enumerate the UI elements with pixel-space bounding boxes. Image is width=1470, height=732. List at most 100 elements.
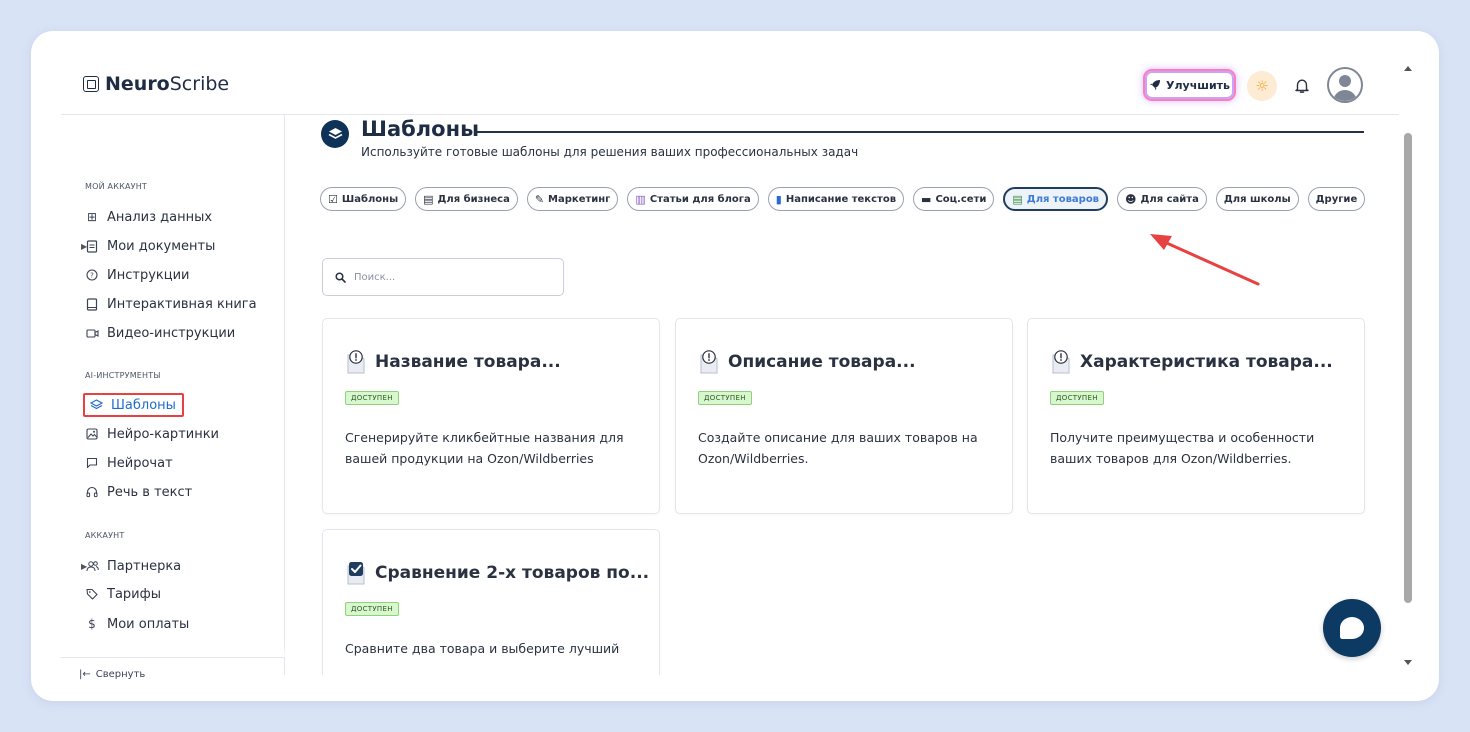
users-icon: [85, 560, 99, 572]
page-title: Шаблоны: [361, 117, 480, 141]
tab-blog-articles[interactable]: ▥ Статьи для блога: [627, 187, 759, 211]
tab-text-writing[interactable]: ▮ Написание текстов: [767, 187, 905, 211]
sidebar-item-video-instructions[interactable]: Видео-инструкции: [85, 322, 235, 344]
card-title: Описание товара...: [728, 352, 916, 372]
headphones-icon: [85, 486, 99, 498]
books-icon: ▥: [635, 192, 646, 206]
scroll-thumb[interactable]: [1404, 133, 1412, 603]
logo-bold: Neuro: [105, 73, 170, 95]
annotation-arrow-icon: [1150, 234, 1260, 286]
tab-label: Для школы: [1223, 193, 1291, 205]
tab-label: Статьи для блога: [649, 193, 751, 205]
tab-school[interactable]: Для школы: [1215, 187, 1299, 211]
template-card-product-description[interactable]: Описание товара... ДОСТУПЕН Создайте опи…: [675, 318, 1013, 514]
top-bar: NeuroScribe Улучшить ☼: [31, 31, 1399, 115]
sidebar-item-label: Мои документы: [107, 238, 216, 254]
sidebar-section-account: АККАУНТ: [85, 531, 125, 540]
card-title: Сравнение 2-х товаров по...: [375, 563, 650, 583]
svg-text:?: ?: [90, 272, 94, 280]
avatar[interactable]: [1327, 67, 1363, 103]
template-card-product-characteristics[interactable]: Характеристика товара... ДОСТУПЕН Получи…: [1027, 318, 1365, 514]
logo-icon: [83, 76, 99, 92]
sidebar-item-label: Анализ данных: [107, 209, 213, 225]
grid-icon: ⊞: [86, 210, 98, 224]
sidebar-item-tariffs[interactable]: Тарифы: [85, 583, 161, 605]
tab-other[interactable]: Другие: [1307, 187, 1366, 211]
sidebar-item-interactive-book[interactable]: Интерактивная книга: [85, 293, 257, 315]
sidebar-item-label: Видео-инструкции: [107, 325, 236, 341]
checkbox-icon: ☑: [328, 192, 338, 206]
search-input[interactable]: [354, 271, 544, 283]
status-badge: ДОСТУПЕН: [1050, 391, 1104, 405]
rocket-icon: [1150, 80, 1160, 90]
tab-website[interactable]: ☻ Для сайта: [1117, 187, 1207, 211]
tab-business[interactable]: ▤ Для бизнеса: [415, 187, 518, 211]
sidebar-item-data-analysis[interactable]: ⊞ Анализ данных: [85, 206, 212, 228]
status-badge: ДОСТУПЕН: [698, 391, 752, 405]
sidebar-item-my-payments[interactable]: $ Мои оплаты: [85, 613, 189, 635]
dollar-icon: $: [88, 617, 96, 631]
card-description: Сгенерируйте кликбейтные названия для ва…: [345, 430, 624, 466]
main-content: Шаблоны Используйте готовые шаблоны для …: [286, 115, 1398, 675]
app-window: NeuroScribe Улучшить ☼ МОЙ АККАУНТ ⊞ Ана…: [31, 31, 1439, 701]
tab-templates[interactable]: ☑ Шаблоны: [320, 187, 407, 211]
tab-label: Для бизнеса: [437, 193, 510, 205]
scroll-down-icon[interactable]: [1404, 660, 1412, 665]
collapse-sidebar-button[interactable]: |← Свернуть: [79, 669, 145, 680]
sidebar-item-instructions[interactable]: ? Инструкции: [85, 264, 190, 286]
logo[interactable]: NeuroScribe: [83, 73, 229, 95]
support-chat-button[interactable]: [1323, 599, 1381, 657]
sidebar-item-label: Интерактивная книга: [107, 296, 257, 312]
scroll-up-icon[interactable]: [1404, 66, 1412, 71]
check-box-icon: [347, 562, 365, 585]
sidebar-item-my-documents[interactable]: Мои документы: [85, 235, 215, 257]
layers-icon: [328, 128, 342, 139]
bell-icon: [1295, 79, 1309, 93]
theme-toggle-button[interactable]: ☼: [1247, 71, 1277, 101]
sidebar-fade: [61, 645, 285, 657]
category-tabs: ☑ Шаблоны ▤ Для бизнеса ✎ Маркетинг ▥ Ст…: [320, 187, 1366, 211]
laptop-icon: ▬: [921, 192, 932, 206]
templates-header-icon: [321, 120, 349, 148]
sidebar-item-label: Партнерка: [107, 558, 182, 574]
sidebar-item-templates[interactable]: Шаблоны: [83, 393, 184, 417]
tab-social[interactable]: ▬ Соц.сети: [913, 187, 995, 211]
sidebar-item-partner[interactable]: Партнерка: [85, 555, 181, 577]
page-subtitle: Используйте готовые шаблоны для решения …: [361, 145, 859, 159]
video-icon: [85, 328, 99, 339]
title-divider: [476, 131, 1364, 133]
upgrade-button[interactable]: Улучшить: [1143, 69, 1236, 101]
sidebar-item-label: Шаблоны: [111, 397, 176, 413]
sidebar-item-label: Инструкции: [107, 267, 190, 283]
card-description: Получите преимущества и особенности ваши…: [1050, 430, 1315, 466]
document-icon: [85, 239, 99, 253]
card-title: Характеристика товара...: [1080, 352, 1333, 372]
page-scrollbar[interactable]: [1399, 61, 1419, 671]
sidebar-section-my-account: МОЙ АККАУНТ: [85, 182, 148, 191]
tab-products[interactable]: ▤ Для товаров: [1003, 187, 1109, 211]
logo-rest: Scribe: [169, 73, 230, 95]
sidebar-item-neuro-images[interactable]: Нейро-картинки: [85, 423, 219, 445]
tab-marketing[interactable]: ✎ Маркетинг: [526, 187, 619, 211]
template-card-product-comparison[interactable]: Сравнение 2-х товаров по... ДОСТУПЕН Сра…: [322, 529, 660, 675]
search-box[interactable]: [322, 258, 564, 296]
sidebar-item-label: Мои оплаты: [107, 616, 190, 632]
sidebar-divider: [61, 657, 285, 658]
collapse-label: Свернуть: [95, 669, 146, 680]
sidebar-item-neurochat[interactable]: Нейрочат: [85, 452, 173, 474]
question-circle-icon: ?: [85, 269, 99, 281]
tab-label: Для товаров: [1026, 193, 1100, 205]
template-card-product-name[interactable]: Название товара... ДОСТУПЕН Сгенерируйте…: [322, 318, 660, 514]
tab-label: Соц.сети: [935, 193, 987, 205]
sidebar-item-label: Нейро-картинки: [107, 426, 220, 442]
card-description: Сравните два товара и выберите лучший: [345, 641, 620, 656]
sidebar-item-speech-to-text[interactable]: Речь в текст: [85, 481, 192, 503]
document-alert-icon: [347, 350, 365, 374]
book-icon: [85, 297, 99, 311]
notifications-button[interactable]: [1290, 74, 1314, 98]
sidebar: МОЙ АККАУНТ ⊞ Анализ данных ▶ Мои докуме…: [61, 115, 285, 680]
sidebar-item-label: Речь в текст: [107, 484, 193, 500]
sidebar-item-label: Нейрочат: [107, 455, 173, 471]
calculator-icon: ▤: [423, 192, 434, 206]
tab-label: Другие: [1315, 193, 1358, 205]
